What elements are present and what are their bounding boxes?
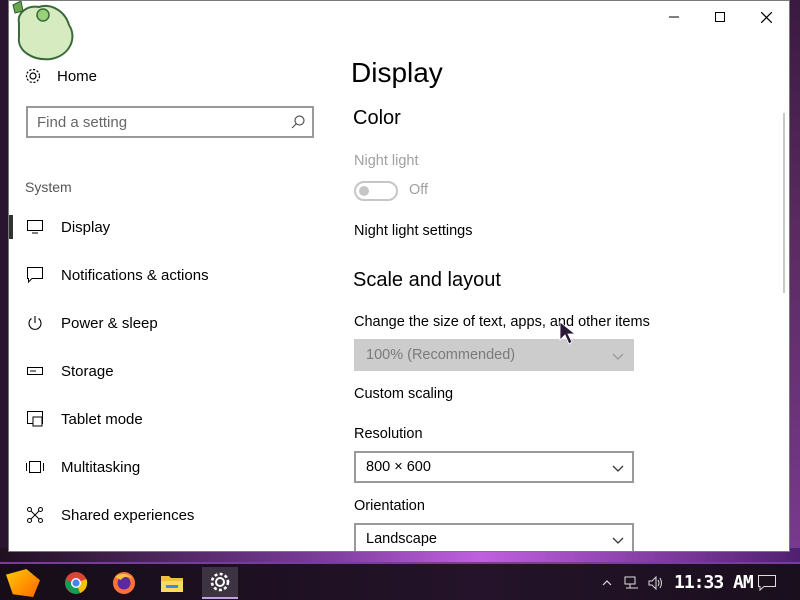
search-icon <box>291 115 305 129</box>
tablet-mode-icon <box>25 409 45 429</box>
title-bar[interactable]: gs <box>9 1 789 33</box>
resolution-dropdown[interactable]: 800 × 600 <box>354 451 634 483</box>
firefox-icon <box>113 572 135 594</box>
chevron-down-icon <box>612 537 624 544</box>
sidebar-item-notifications[interactable]: Notifications & actions <box>9 255 329 295</box>
orientation-label: Orientation <box>354 498 425 514</box>
taskbar-file-explorer[interactable] <box>154 567 190 599</box>
scale-dropdown[interactable]: 100% (Recommended) <box>354 339 634 371</box>
scrollbar[interactable] <box>783 113 785 293</box>
sidebar-item-label: Storage <box>61 362 114 380</box>
toggle-knob <box>359 186 369 196</box>
search-input[interactable] <box>37 113 287 131</box>
chevron-up-icon[interactable] <box>600 574 614 592</box>
sidebar-item-shared-experiences[interactable]: Shared experiences <box>9 495 329 535</box>
night-light-label: Night light <box>354 153 419 169</box>
multitasking-icon <box>25 457 45 477</box>
sidebar-item-label: Display <box>61 218 111 236</box>
chevron-down-icon <box>612 465 624 472</box>
minimize-icon <box>669 16 679 18</box>
sidebar-item-label: Notifications & actions <box>61 266 209 284</box>
settings-window: gs Home System <box>8 0 790 552</box>
sidebar-item-display[interactable]: Display <box>9 207 329 247</box>
close-icon <box>760 11 772 23</box>
resolution-value: 800 × 600 <box>366 459 431 475</box>
file-explorer-icon <box>161 576 183 592</box>
section-label-system: System <box>25 179 72 195</box>
sidebar-item-power-sleep[interactable]: Power & sleep <box>9 303 329 343</box>
maximize-icon <box>715 12 725 22</box>
mouse-cursor-icon <box>559 321 577 345</box>
settings-nav: Home System Display Notifications & acti… <box>9 33 329 551</box>
home-link[interactable]: Home <box>23 65 97 87</box>
page-title: Display <box>351 57 443 88</box>
chrome-icon <box>65 572 88 594</box>
taskbar: 11:33 AM <box>0 562 800 600</box>
taskbar-firefox[interactable] <box>106 567 142 599</box>
night-light-settings-link[interactable]: Night light settings <box>354 223 472 239</box>
sidebar-item-label: Power & sleep <box>61 314 158 332</box>
shared-experiences-icon <box>25 505 45 525</box>
sidebar-item-storage[interactable]: Storage <box>9 351 329 391</box>
resolution-label: Resolution <box>354 426 423 442</box>
settings-icon <box>210 572 230 592</box>
search-box[interactable] <box>26 106 314 138</box>
desktop-wallpaper-right <box>790 0 800 560</box>
network-icon[interactable] <box>622 574 642 592</box>
taskbar-settings[interactable] <box>202 567 238 599</box>
night-light-state: Off <box>409 182 429 198</box>
start-button[interactable] <box>6 569 40 597</box>
scale-layout-heading: Scale and layout <box>353 269 501 291</box>
sidebar-item-multitasking[interactable]: Multitasking <box>9 447 329 487</box>
monitor-icon <box>25 217 45 237</box>
gear-icon <box>23 66 43 86</box>
notification-icon <box>25 265 45 285</box>
orientation-value: Landscape <box>366 531 437 547</box>
storage-icon <box>25 361 45 381</box>
action-center-icon[interactable] <box>756 574 778 592</box>
taskbar-chrome[interactable] <box>58 567 94 599</box>
display-settings-panel: Display Color Night light Off Night ligh… <box>351 33 783 551</box>
scale-label: Change the size of text, apps, and other… <box>354 314 650 330</box>
close-button[interactable] <box>743 1 789 33</box>
sidebar-item-label: Shared experiences <box>61 506 195 524</box>
night-light-toggle[interactable] <box>354 181 398 201</box>
orientation-dropdown[interactable]: Landscape <box>354 523 634 551</box>
minimize-button[interactable] <box>651 1 697 33</box>
sidebar-item-label: Tablet mode <box>61 410 143 428</box>
sidebar-item-tablet-mode[interactable]: Tablet mode <box>9 399 329 439</box>
desktop-wallpaper-left <box>0 0 8 560</box>
color-heading: Color <box>353 107 401 129</box>
maximize-button[interactable] <box>697 1 743 33</box>
custom-scaling-link[interactable]: Custom scaling <box>354 386 453 402</box>
scale-value: 100% (Recommended) <box>366 347 516 363</box>
chevron-down-icon <box>612 353 624 360</box>
sidebar-item-label: Multitasking <box>61 458 141 476</box>
home-label: Home <box>57 67 98 85</box>
taskbar-clock[interactable]: 11:33 AM <box>674 572 754 593</box>
power-icon <box>25 313 45 333</box>
volume-icon[interactable] <box>646 574 666 592</box>
